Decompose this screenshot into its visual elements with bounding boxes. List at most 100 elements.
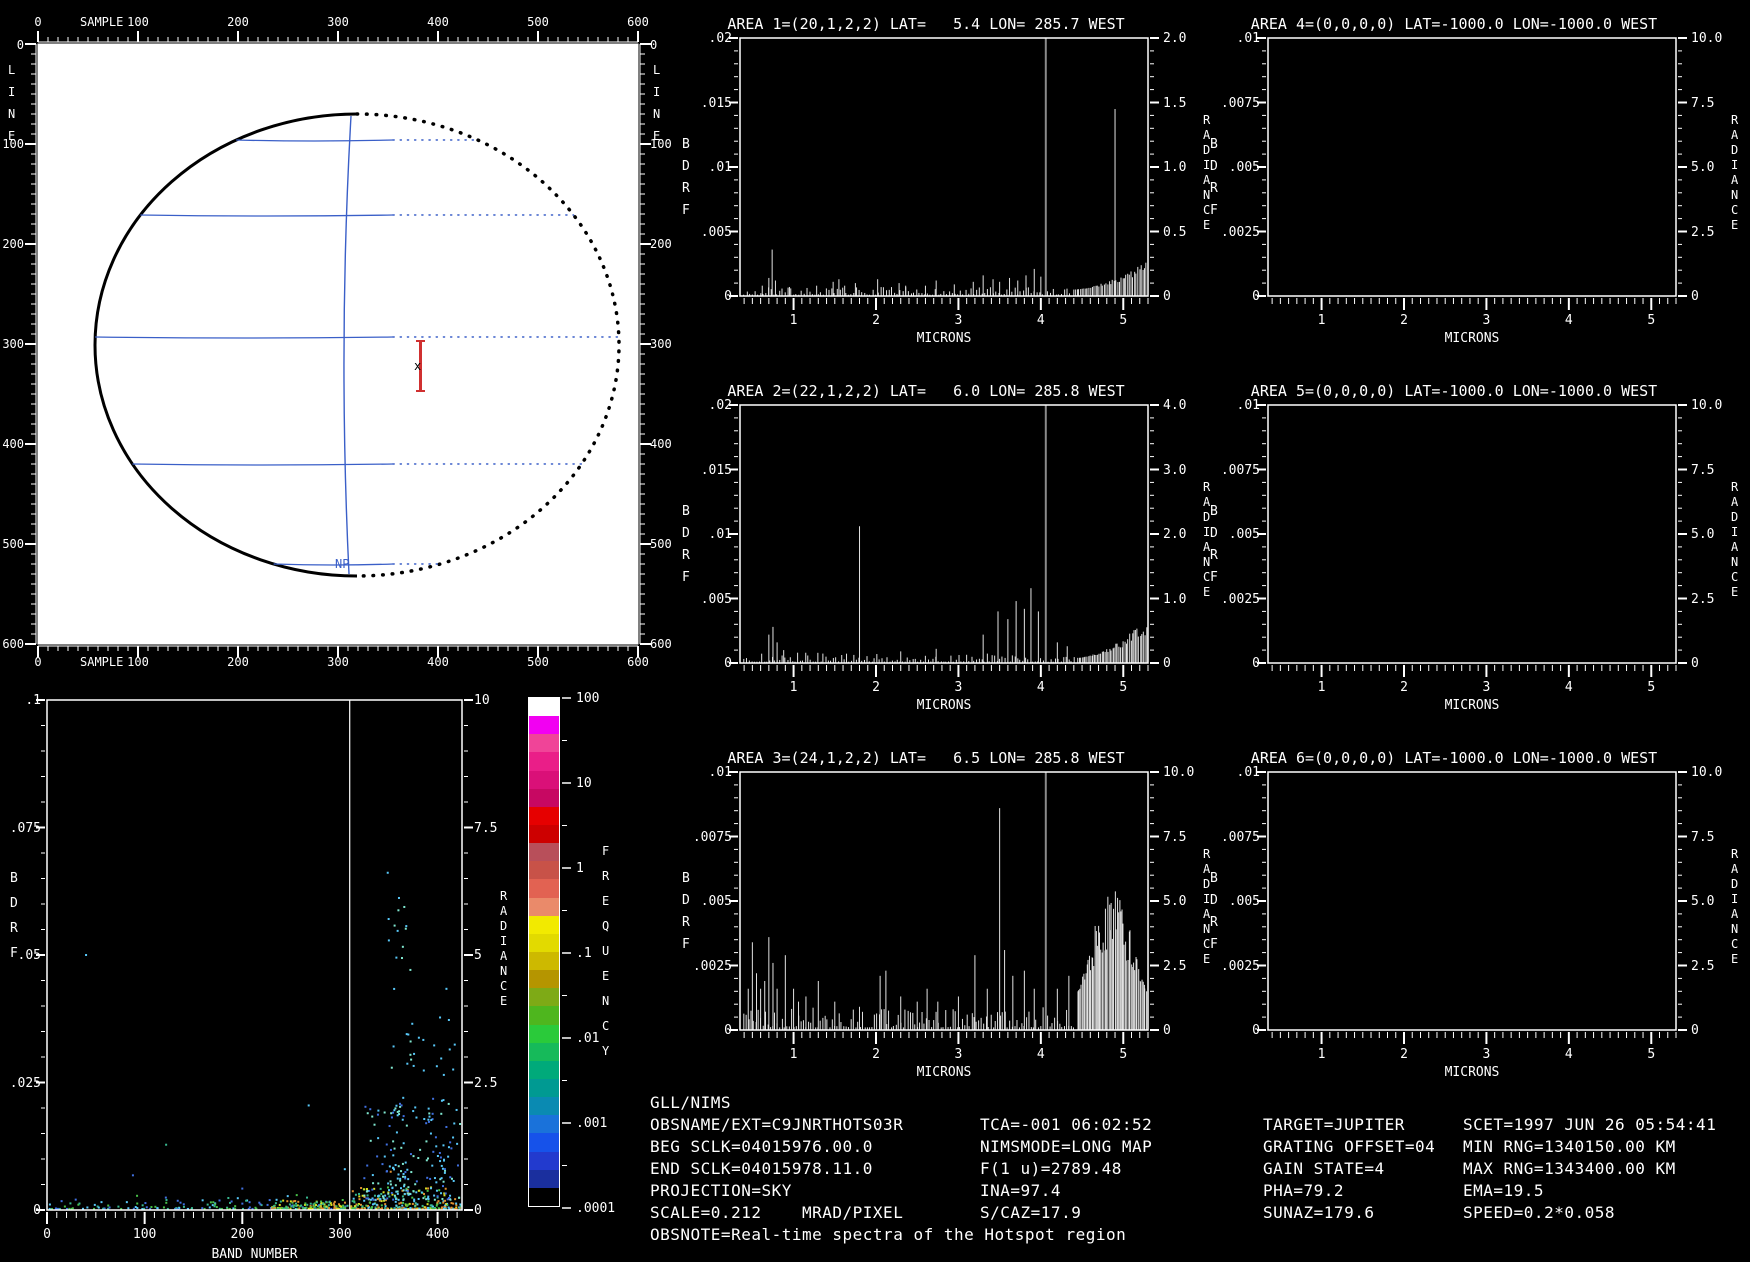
- area-yaxis-right-title: D: [1731, 143, 1739, 157]
- area-xaxis-tick-label: 5: [1647, 313, 1656, 328]
- area-xaxis-tick-label: 5: [1119, 680, 1128, 695]
- map-sample-tick-label: 100: [127, 655, 149, 669]
- area-yaxis-left-tick-label: .01: [708, 527, 732, 542]
- area-yaxis-left-tick-label: .0025: [1220, 591, 1260, 607]
- area-yaxis-right-tick-label: 0.5: [1163, 224, 1187, 240]
- colorbar-tick-label: .0001: [576, 1201, 616, 1216]
- area-yaxis-right-tick-label: 10.0: [1691, 765, 1723, 780]
- area-yaxis-right-title: I: [1731, 892, 1739, 906]
- area-yaxis-left-title: D: [682, 526, 690, 541]
- map-sample-axis-label: SAMPLE: [80, 655, 124, 669]
- area-yaxis-left-tick-label: .02: [708, 31, 732, 46]
- area-xaxis-title: MICRONS: [916, 331, 972, 346]
- area-yaxis-left-title: F: [682, 937, 690, 952]
- ina-field: INA=97.4: [980, 1181, 1062, 1200]
- scatter-yaxis-right-tick-label: 10: [474, 693, 490, 708]
- area-yaxis-right-tick-label: 7.5: [1691, 829, 1715, 845]
- area-yaxis-right-tick-label: 2.5: [1691, 591, 1715, 607]
- colorbar-axis-title: C: [602, 1019, 610, 1033]
- area-yaxis-left-tick-label: .005: [700, 224, 732, 240]
- area-spectrum-plot[interactable]: [670, 395, 1238, 723]
- area-yaxis-left-title: F: [682, 570, 690, 585]
- scatter-xaxis-tick-label: 100: [132, 1227, 157, 1242]
- area-yaxis-left-title: R: [1210, 181, 1218, 196]
- map-line-tick-label: 300: [650, 337, 672, 351]
- scatter-yaxis-right-tick-label: 5: [474, 948, 482, 963]
- colorbar-band: [529, 933, 559, 952]
- colorbar-axis-title: R: [602, 869, 610, 883]
- colorbar-band: [529, 1133, 559, 1152]
- area-xaxis-tick-label: 2: [1400, 1047, 1408, 1062]
- map-line-tick-label: 600: [2, 637, 24, 651]
- area-spectrum-plot[interactable]: [1198, 395, 1750, 723]
- colorbar-band: [529, 716, 559, 735]
- area-yaxis-left-tick-label: .01: [1236, 398, 1260, 413]
- area-yaxis-left-title: B: [682, 871, 690, 886]
- area-yaxis-left-title: R: [682, 548, 690, 563]
- area-yaxis-right-tick-label: 4.0: [1163, 398, 1187, 413]
- area-yaxis-right-title: R: [1731, 113, 1739, 127]
- target-field: TARGET=JUPITER: [1263, 1115, 1405, 1134]
- colorbar-band: [529, 1078, 559, 1098]
- area-xaxis-tick-label: 2: [1400, 313, 1408, 328]
- colorbar-band: [529, 988, 559, 1007]
- area-yaxis-left-tick-label: .005: [700, 894, 732, 909]
- map-line-tick-label: 500: [650, 537, 672, 551]
- area-yaxis-right-tick-label: 5.0: [1691, 894, 1715, 909]
- area-yaxis-right-title: E: [1731, 218, 1739, 232]
- area-yaxis-right-title: A: [1731, 173, 1739, 187]
- tca-field: TCA=-001 06:02:52: [980, 1115, 1153, 1134]
- colorbar-band: [529, 734, 559, 753]
- area-spectrum-plot[interactable]: [670, 28, 1238, 356]
- area-yaxis-right-tick-label: 1.0: [1163, 160, 1187, 175]
- colorbar-band: [529, 770, 559, 789]
- map-line-axis-label: E: [8, 129, 16, 143]
- area-xaxis-tick-label: 3: [954, 313, 963, 328]
- area-xaxis-tick-label: 5: [1119, 313, 1128, 328]
- scatter-yaxis-left-tick-label: .1: [25, 693, 41, 708]
- scatter-yaxis-right-tick-label: 0: [474, 1203, 482, 1218]
- area-yaxis-right-title: N: [1731, 922, 1739, 936]
- area-yaxis-left-title: D: [1210, 893, 1218, 908]
- area-yaxis-left-tick-label: .005: [1228, 527, 1260, 542]
- obsname-field: OBSNAME/EXT=C9JNRTHOTS03R: [650, 1115, 904, 1134]
- area-yaxis-left-tick-label: 0: [1252, 289, 1260, 304]
- colorbar-band: [529, 861, 559, 880]
- area-yaxis-right-tick-label: 0: [1691, 656, 1699, 671]
- scatter-yaxis-left-tick-label: .05: [17, 948, 41, 963]
- scet-field: SCET=1997 JUN 26 05:54:41: [1463, 1115, 1717, 1134]
- area-yaxis-right-tick-label: 10.0: [1691, 398, 1723, 413]
- area-yaxis-right-tick-label: 7.5: [1691, 95, 1715, 111]
- area-yaxis-right-tick-label: 3.0: [1163, 462, 1187, 478]
- area-yaxis-left-title: F: [682, 203, 690, 218]
- area-yaxis-left-tick-label: 0: [1252, 1023, 1260, 1038]
- colorbar-tick-label: 10: [576, 776, 592, 791]
- area-yaxis-left-tick-label: .0075: [692, 829, 732, 845]
- area-yaxis-left-title: R: [1210, 915, 1218, 930]
- area-yaxis-right-title: A: [1731, 907, 1739, 921]
- area-yaxis-right-title: N: [1731, 555, 1739, 569]
- colorbar-band: [529, 1006, 559, 1025]
- area-yaxis-left-title: F: [1210, 203, 1218, 218]
- colorbar-axis-title: F: [602, 844, 610, 858]
- area-spectrum-plot[interactable]: [1198, 762, 1750, 1090]
- area-yaxis-right-tick-label: 0: [1163, 289, 1171, 304]
- scatter-xaxis-tick-label: 200: [230, 1227, 255, 1242]
- area-yaxis-right-tick-label: 10.0: [1691, 31, 1723, 46]
- scatter-plot[interactable]: [0, 690, 535, 1260]
- map-line-tick-label: 200: [650, 237, 672, 251]
- area-yaxis-left-tick-label: .01: [708, 160, 732, 175]
- map-line-tick-label: 0: [16, 38, 24, 52]
- map-line-axis-label: L: [653, 63, 661, 77]
- scatter-yaxis-left-tick-label: 0: [33, 1203, 41, 1218]
- map-sample-axis-label: SAMPLE: [80, 15, 124, 29]
- area-yaxis-left-tick-label: .015: [700, 462, 732, 478]
- colorbar-band: [529, 752, 559, 771]
- map-sample-tick-label: 500: [527, 655, 549, 669]
- area-spectrum-plot[interactable]: [670, 762, 1238, 1090]
- area-spectrum-plot[interactable]: [1198, 28, 1750, 356]
- map-canvas[interactable]: x NP: [0, 0, 716, 690]
- area-yaxis-left-tick-label: .0075: [1220, 462, 1260, 478]
- colorbar-tick-label: .01: [576, 1031, 600, 1046]
- area-xaxis-tick-label: 5: [1647, 680, 1656, 695]
